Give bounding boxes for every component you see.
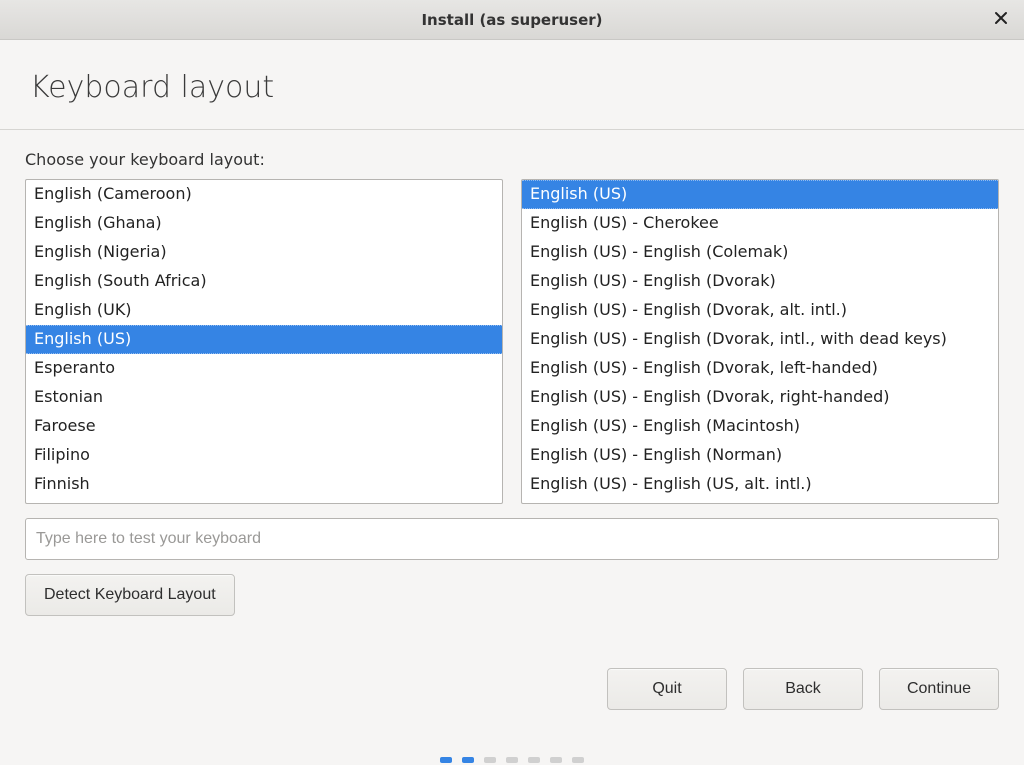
wizard-footer: Quit Back Continue [0, 668, 1024, 710]
variant-item[interactable]: English (US) - English (Norman) [522, 441, 998, 470]
quit-button[interactable]: Quit [607, 668, 727, 710]
layout-item[interactable]: English (Ghana) [26, 209, 502, 238]
progress-dot [462, 757, 474, 763]
window-titlebar: Install (as superuser) [0, 0, 1024, 40]
progress-dot [506, 757, 518, 763]
layout-item[interactable]: English (Nigeria) [26, 238, 502, 267]
page-body: Choose your keyboard layout: English (Ca… [0, 130, 1024, 634]
keyboard-test-input[interactable] [25, 518, 999, 560]
variant-item[interactable]: English (US) - English (US, alt. intl.) [522, 470, 998, 499]
variant-item[interactable]: English (US) - English (Dvorak, alt. int… [522, 296, 998, 325]
progress-dot [440, 757, 452, 763]
page-header: Keyboard layout [0, 40, 1024, 130]
progress-dot [550, 757, 562, 763]
window-title: Install (as superuser) [421, 11, 602, 29]
close-icon [994, 9, 1008, 30]
layout-item[interactable]: Estonian [26, 383, 502, 412]
variant-item[interactable]: English (US) - Cherokee [522, 209, 998, 238]
variant-item[interactable]: English (US) - English (Dvorak, left-han… [522, 354, 998, 383]
detect-layout-button[interactable]: Detect Keyboard Layout [25, 574, 235, 616]
layout-item[interactable]: Faroese [26, 412, 502, 441]
layout-prompt: Choose your keyboard layout: [25, 150, 999, 169]
variant-item[interactable]: English (US) - English (Macintosh) [522, 412, 998, 441]
layout-item[interactable]: English (US) [26, 325, 502, 354]
layout-item[interactable]: English (South Africa) [26, 267, 502, 296]
variant-item[interactable]: English (US) [522, 180, 998, 209]
progress-dots [440, 757, 584, 763]
layout-item[interactable]: Filipino [26, 441, 502, 470]
layout-item[interactable]: English (Cameroon) [26, 180, 502, 209]
progress-dot [572, 757, 584, 763]
layout-lists: English (Cameroon)English (Ghana)English… [25, 179, 999, 504]
page-title: Keyboard layout [30, 70, 994, 105]
layout-item[interactable]: Esperanto [26, 354, 502, 383]
variant-item[interactable]: English (US) - English (Dvorak, right-ha… [522, 383, 998, 412]
progress-dot [528, 757, 540, 763]
progress-dot [484, 757, 496, 763]
variant-item[interactable]: English (US) - English (Dvorak) [522, 267, 998, 296]
variant-item[interactable]: English (US) - English (Dvorak, intl., w… [522, 325, 998, 354]
layout-item[interactable]: Finnish [26, 470, 502, 499]
layout-item[interactable]: English (UK) [26, 296, 502, 325]
variant-list[interactable]: English (US)English (US) - CherokeeEngli… [521, 179, 999, 504]
variant-item[interactable]: English (US) - English (Colemak) [522, 238, 998, 267]
back-button[interactable]: Back [743, 668, 863, 710]
layout-list[interactable]: English (Cameroon)English (Ghana)English… [25, 179, 503, 504]
window-close-button[interactable] [990, 9, 1012, 31]
continue-button[interactable]: Continue [879, 668, 999, 710]
